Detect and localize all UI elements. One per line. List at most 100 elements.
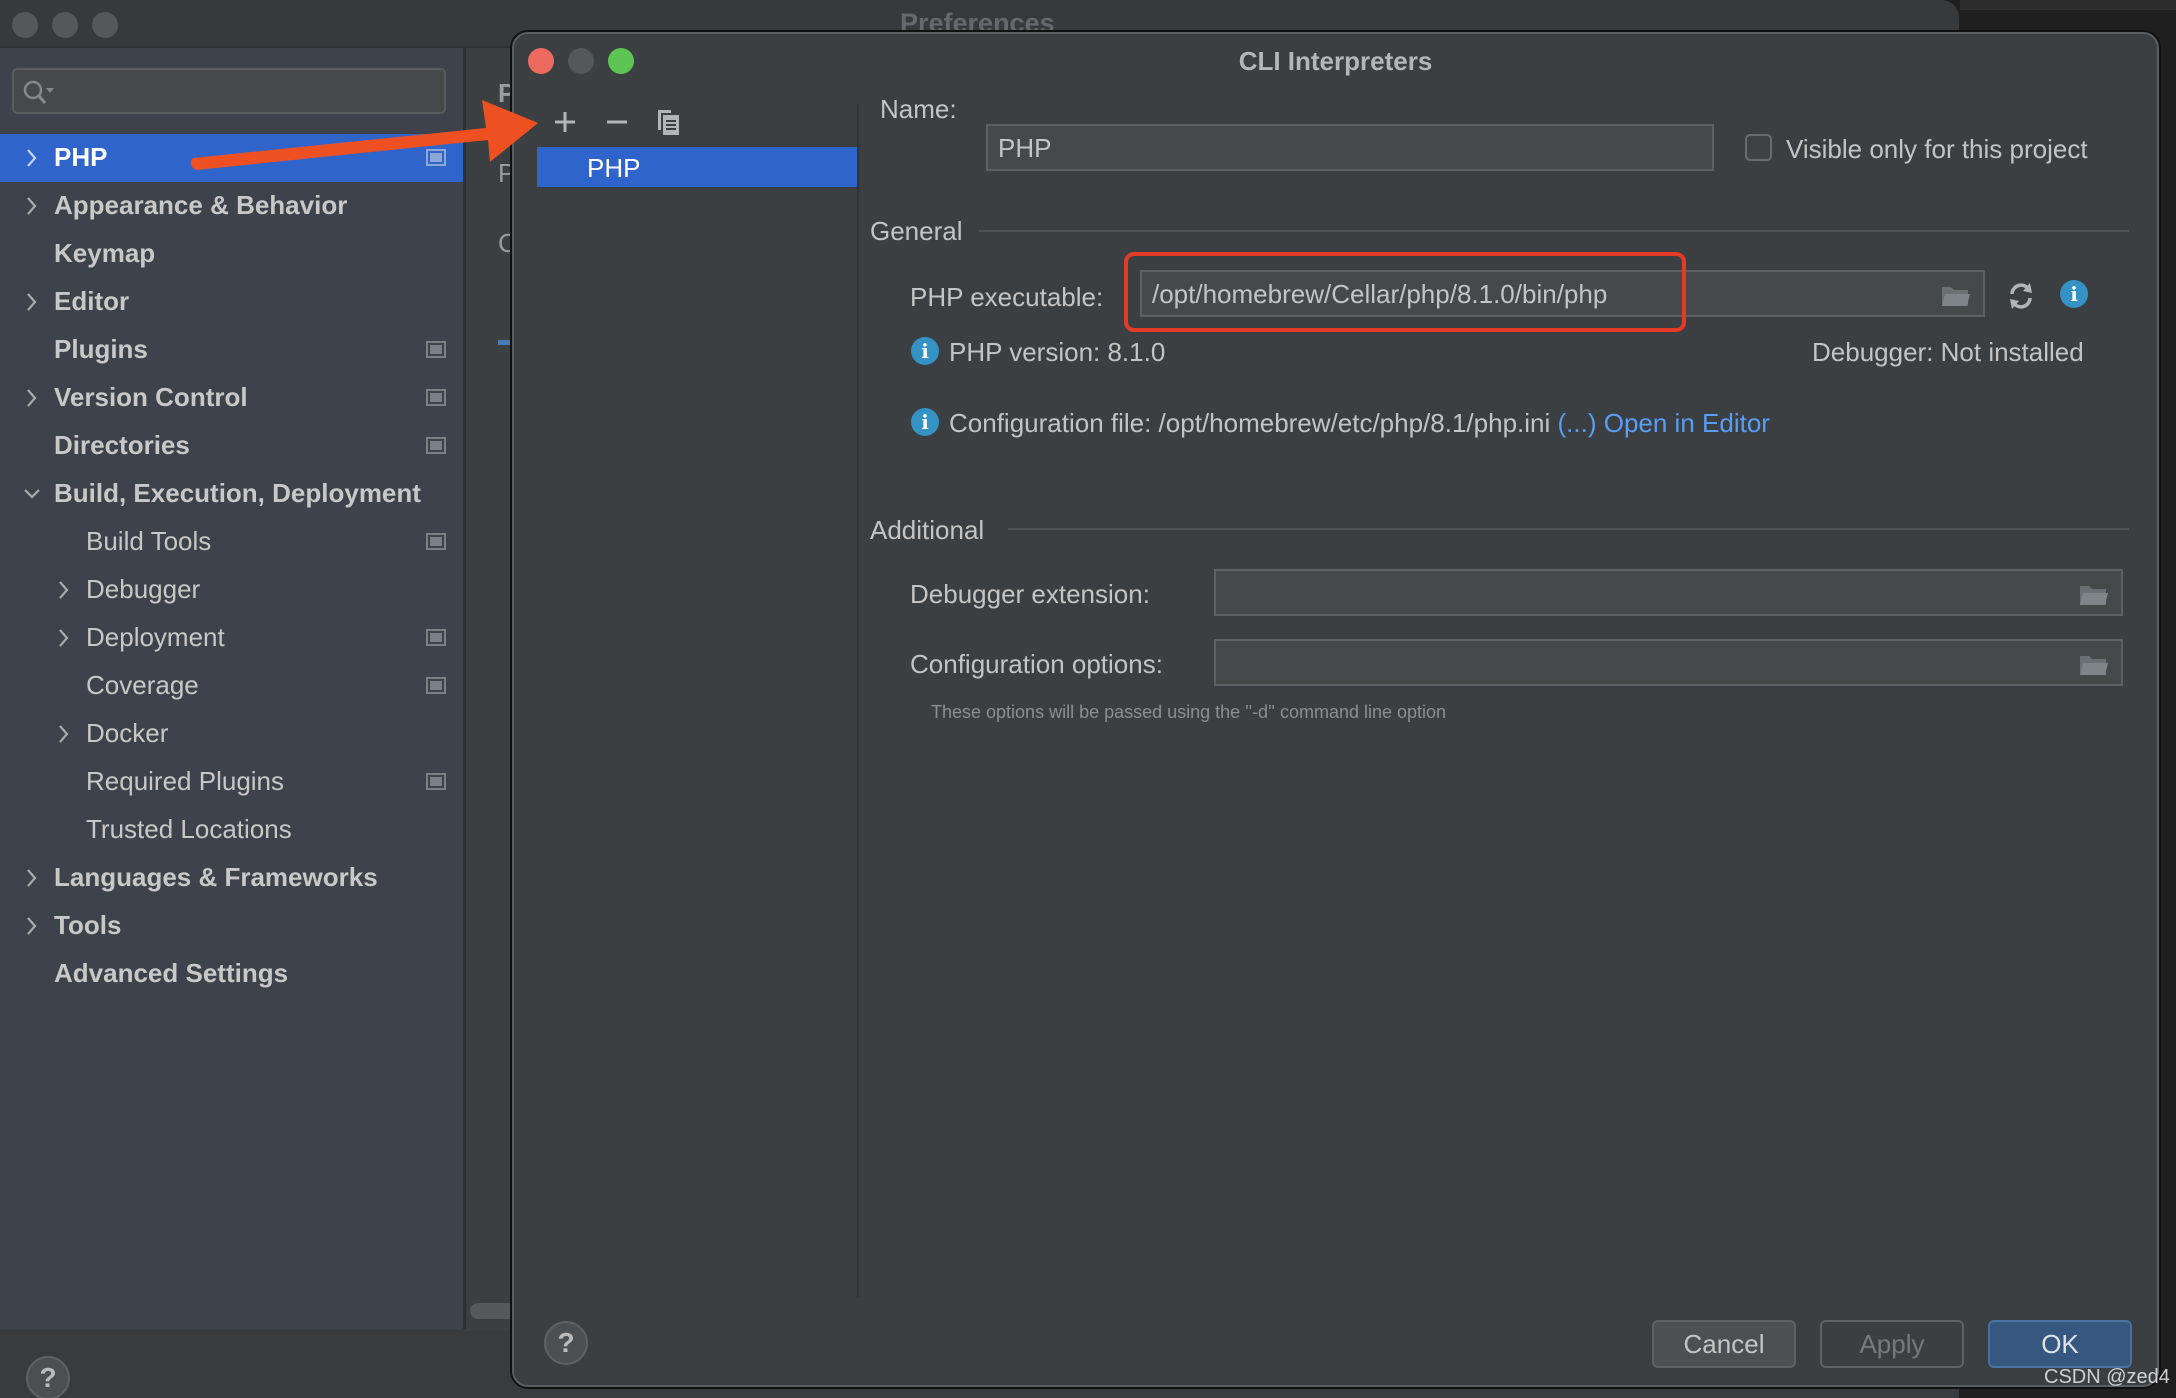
- general-section-label: General: [870, 216, 963, 246]
- chevron-right-icon[interactable]: [22, 146, 42, 170]
- chevron-down-icon[interactable]: [22, 482, 42, 506]
- configuration-options-input[interactable]: [1214, 639, 2123, 686]
- config-file-text: Configuration file: /opt/homebrew/etc/ph…: [949, 408, 1551, 438]
- cancel-button[interactable]: Cancel: [1652, 1320, 1796, 1368]
- config-file-more-link[interactable]: (...): [1558, 408, 1597, 438]
- sidebar-item-label: Docker: [86, 718, 169, 748]
- folder-icon[interactable]: [1941, 284, 1971, 308]
- config-file-line: Configuration file: /opt/homebrew/etc/ph…: [949, 408, 1770, 439]
- sidebar-item[interactable]: Required Plugins: [0, 758, 463, 806]
- sidebar-item[interactable]: Advanced Settings: [0, 950, 463, 998]
- sidebar-item-label: Required Plugins: [86, 766, 285, 796]
- watermark: CSDN @zed4: [2044, 1366, 2170, 1388]
- configuration-options-hint: These options will be passed using the '…: [931, 702, 1447, 722]
- debugger-extension-label: Debugger extension:: [910, 579, 1150, 609]
- plus-icon: [555, 112, 575, 132]
- sidebar-item[interactable]: Build, Execution, Deployment: [0, 470, 463, 518]
- sidebar-item-label: Coverage: [86, 670, 199, 700]
- content-indicator: [498, 340, 512, 345]
- chevron-right-icon[interactable]: [54, 578, 74, 602]
- name-input-value: PHP: [998, 133, 1052, 163]
- add-interpreter-button[interactable]: [550, 104, 580, 140]
- interpreter-list-item[interactable]: PHP: [537, 147, 858, 187]
- dialog-help-button[interactable]: ?: [544, 1321, 588, 1365]
- sidebar-item-label: Directories: [54, 430, 190, 460]
- sidebar-item[interactable]: Docker: [0, 710, 463, 758]
- sidebar-item[interactable]: Trusted Locations: [0, 806, 463, 854]
- folder-icon[interactable]: [2079, 653, 2109, 677]
- info-icon: i: [911, 408, 939, 436]
- sidebar-item-label: Deployment: [86, 622, 225, 652]
- sidebar-item-label: Debugger: [86, 574, 201, 604]
- sidebar-item-label: Appearance & Behavior: [54, 190, 348, 220]
- project-level-icon: [426, 677, 446, 694]
- desktop-background: [1960, 0, 2176, 10]
- settings-search-input[interactable]: [12, 68, 446, 114]
- sidebar-item-label: Plugins: [54, 334, 148, 364]
- sidebar-item-label: Trusted Locations: [86, 814, 292, 844]
- php-executable-label: PHP executable:: [910, 282, 1104, 312]
- name-input[interactable]: PHP: [986, 124, 1714, 171]
- sidebar-item[interactable]: Appearance & Behavior: [0, 182, 463, 230]
- debugger-extension-input[interactable]: [1214, 569, 2123, 616]
- info-icon: i: [911, 337, 939, 365]
- sidebar-item[interactable]: PHP: [0, 134, 463, 182]
- sidebar-item-label: Version Control: [54, 382, 248, 412]
- sidebar-item-label: Keymap: [54, 238, 156, 268]
- interpreter-name: PHP: [587, 153, 641, 183]
- chevron-right-icon[interactable]: [22, 914, 42, 938]
- highlight-annotation: [1124, 252, 1686, 332]
- section-divider: [1008, 528, 2129, 530]
- dialog-title: CLI Interpreters: [1238, 46, 1433, 76]
- minus-icon: [607, 120, 627, 124]
- chevron-right-icon[interactable]: [54, 626, 74, 650]
- sidebar-item-label: Advanced Settings: [54, 958, 289, 988]
- project-level-icon: [426, 533, 446, 550]
- sidebar-item-label: Tools: [54, 910, 122, 940]
- chevron-right-icon[interactable]: [54, 722, 74, 746]
- apply-button[interactable]: Apply: [1820, 1320, 1964, 1368]
- zoom-button-inactive[interactable]: [92, 12, 118, 38]
- sidebar-item[interactable]: Tools: [0, 902, 463, 950]
- chevron-right-icon[interactable]: [22, 866, 42, 890]
- refresh-icon[interactable]: [2005, 280, 2037, 312]
- panel-divider[interactable]: [857, 104, 859, 1297]
- sidebar-item[interactable]: Plugins: [0, 326, 463, 374]
- additional-section-label: Additional: [870, 515, 985, 545]
- chevron-right-icon[interactable]: [22, 290, 42, 314]
- help-button[interactable]: ?: [26, 1356, 70, 1398]
- project-level-icon: [426, 773, 446, 790]
- folder-icon[interactable]: [2079, 583, 2109, 607]
- visible-only-label[interactable]: Visible only for this project: [1786, 134, 2088, 165]
- project-level-icon: [426, 629, 446, 646]
- sidebar-item[interactable]: Build Tools: [0, 518, 463, 566]
- sidebar-item[interactable]: Keymap: [0, 230, 463, 278]
- chevron-right-icon[interactable]: [22, 386, 42, 410]
- info-icon[interactable]: i: [2060, 280, 2088, 308]
- configuration-options-label: Configuration options:: [910, 649, 1163, 679]
- chevron-right-icon[interactable]: [22, 194, 42, 218]
- sidebar-item-label: Languages & Frameworks: [54, 862, 378, 892]
- php-version-text: PHP version: 8.1.0: [949, 337, 1166, 367]
- sidebar-item[interactable]: Version Control: [0, 374, 463, 422]
- project-level-icon: [426, 149, 446, 166]
- name-label: Name:: [880, 94, 957, 124]
- project-level-icon: [426, 389, 446, 406]
- close-button-inactive[interactable]: [12, 12, 38, 38]
- sidebar-item-label: Build Tools: [86, 526, 212, 556]
- sidebar-item[interactable]: Languages & Frameworks: [0, 854, 463, 902]
- minimize-button-inactive[interactable]: [52, 12, 78, 38]
- project-level-icon: [426, 341, 446, 358]
- visible-only-checkbox[interactable]: [1745, 134, 1772, 161]
- section-divider: [979, 230, 2129, 232]
- copy-interpreter-button[interactable]: [654, 104, 684, 140]
- open-in-editor-link[interactable]: Open in Editor: [1604, 408, 1770, 438]
- sidebar-item[interactable]: Debugger: [0, 566, 463, 614]
- sidebar-item-label: Editor: [54, 286, 130, 316]
- sidebar-item[interactable]: Directories: [0, 422, 463, 470]
- sidebar-item[interactable]: Deployment: [0, 614, 463, 662]
- remove-interpreter-button[interactable]: [602, 104, 632, 140]
- ok-button[interactable]: OK: [1988, 1320, 2132, 1368]
- sidebar-item[interactable]: Coverage: [0, 662, 463, 710]
- sidebar-item[interactable]: Editor: [0, 278, 463, 326]
